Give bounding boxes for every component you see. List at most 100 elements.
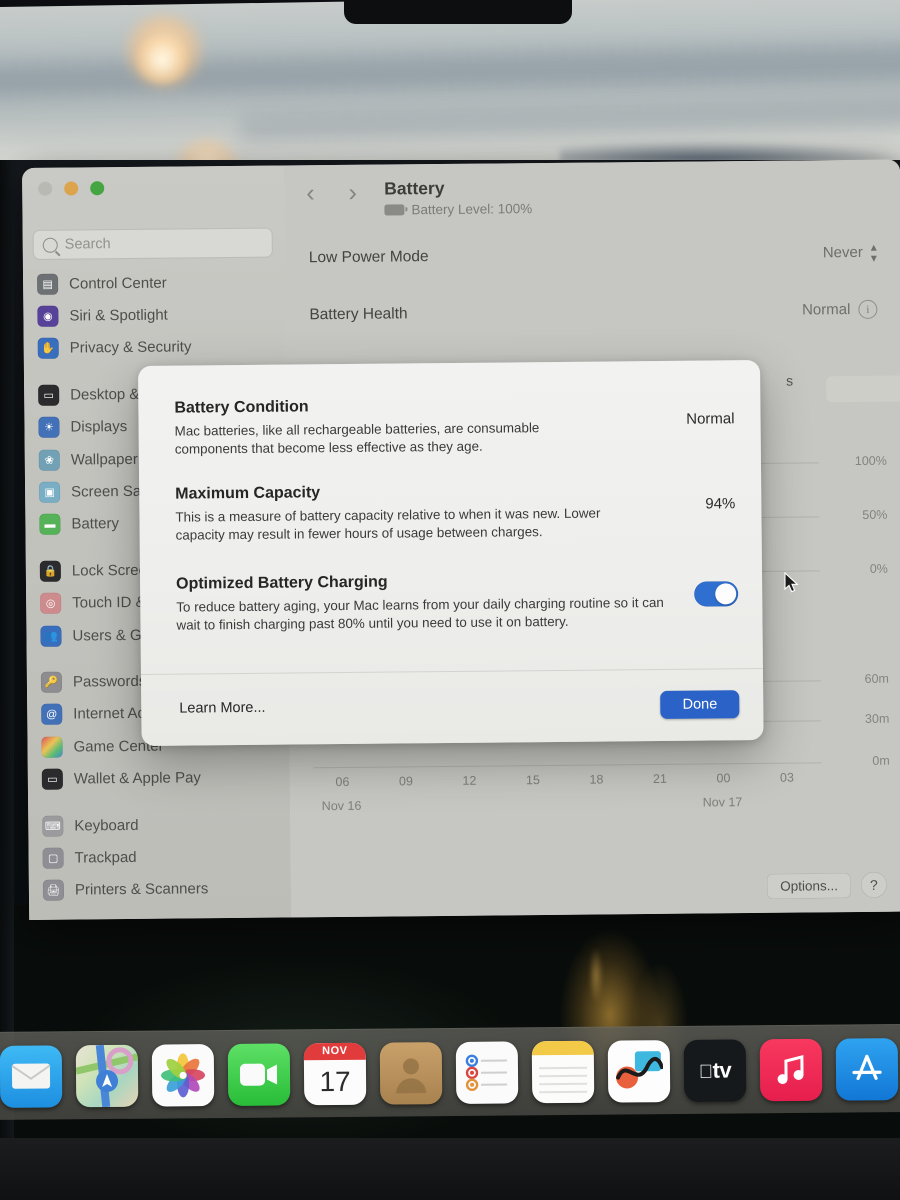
wallpaper-icon: ❀	[38, 449, 60, 471]
displays-icon: ☀	[38, 416, 60, 439]
screen-left-edge	[0, 160, 14, 1140]
dock-item-apple-tv[interactable]: tv	[683, 1038, 747, 1102]
desktop-dock-icon: ▭	[38, 384, 60, 406]
minimize-button[interactable]	[64, 181, 79, 196]
battery-health-label: Battery Health	[309, 304, 408, 323]
sidebar-item-label: Siri & Spotlight	[69, 306, 168, 325]
low-power-mode-value: Never	[822, 244, 863, 262]
touch-id-icon: ◎	[40, 592, 62, 615]
keyboard-icon: ⌨	[42, 815, 64, 837]
battery-health-dialog: Battery Condition Mac batteries, like al…	[138, 360, 764, 746]
wallet-icon: ▭	[41, 768, 63, 790]
sidebar-item-label: Keyboard	[74, 816, 139, 835]
x-tick-label: 21	[652, 771, 667, 786]
content-toolbar: ‹ › Battery Battery Level: 100%	[284, 160, 900, 238]
chevron-updown-icon[interactable]: ▴ ▾	[871, 240, 877, 265]
battery-level-text: Battery Level: 100%	[411, 201, 533, 218]
sidebar-item-siri-spotlight[interactable]: ◉ Siri & Spotlight	[23, 298, 285, 333]
control-center-icon: ▤	[37, 273, 59, 295]
sidebar-item-label: Wallet & Apple Pay	[73, 769, 201, 788]
x-day-label: Nov 16	[321, 798, 362, 814]
sidebar-item-label: Lock Scree	[71, 561, 147, 580]
window-controls	[38, 181, 105, 196]
sidebar-item-label: Trackpad	[74, 848, 137, 867]
privacy-hand-icon: ✋	[37, 338, 59, 360]
dialog-divider	[140, 668, 763, 675]
section-battery-condition: Battery Condition Mac batteries, like al…	[174, 394, 737, 458]
wallpaper-ridge	[560, 140, 900, 162]
battery-condition-body: Mac batteries, like all rechargeable bat…	[174, 420, 540, 457]
y-tick-label: 100%	[854, 453, 887, 469]
chevron-left-icon[interactable]: ‹	[306, 179, 315, 207]
section-maximum-capacity: Maximum Capacity This is a measure of ba…	[175, 480, 738, 544]
sidebar-item-label: Displays	[70, 418, 128, 436]
search-icon	[42, 237, 58, 253]
done-button[interactable]: Done	[660, 690, 740, 719]
x-axis-ticks: 06 09 12 15 18 21 00 03 Nov 16 Nov 17	[314, 770, 822, 819]
sidebar-item-control-center[interactable]: ▤ Control Center	[23, 265, 285, 300]
low-power-mode-value-group[interactable]: Never ▴ ▾	[822, 240, 877, 265]
chevron-right-icon[interactable]: ›	[348, 179, 357, 207]
printers-scanners-icon: 🖨	[42, 879, 65, 902]
dock-item-maps[interactable]	[75, 1044, 139, 1107]
dock-item-music[interactable]	[759, 1038, 823, 1101]
battery-condition-value: Normal	[686, 410, 735, 428]
row-low-power-mode[interactable]: Low Power Mode Never ▴ ▾	[308, 240, 877, 269]
dock-item-photos[interactable]	[151, 1043, 215, 1107]
sidebar-item-label: Control Center	[69, 274, 167, 293]
dock-item-facetime[interactable]	[227, 1042, 291, 1106]
sidebar-item-label: Touch ID &	[72, 594, 146, 612]
battery-health-value-group[interactable]: Normal i	[802, 299, 878, 320]
x-tick-label: 18	[589, 772, 604, 787]
dock-item-calendar[interactable]: NOV 17	[303, 1042, 367, 1105]
x-tick-label: 12	[462, 773, 477, 788]
navigation-buttons: ‹ ›	[306, 179, 357, 207]
optimized-charging-toggle[interactable]	[694, 581, 739, 607]
info-icon[interactable]: i	[858, 299, 878, 319]
siri-icon: ◉	[37, 305, 59, 327]
dock-item-contacts[interactable]	[379, 1041, 443, 1105]
dock-item-app-store[interactable]	[835, 1037, 899, 1101]
sidebar-item-printers-scanners[interactable]: 🖨 Printers & Scanners	[29, 872, 291, 907]
maximum-capacity-value: 94%	[705, 495, 736, 513]
low-power-mode-label: Low Power Mode	[308, 247, 429, 267]
close-button[interactable]	[38, 181, 53, 196]
optimized-charging-body: To reduce battery aging, your Mac learns…	[176, 594, 664, 633]
y-tick-label: 0m	[872, 753, 890, 768]
sidebar-item-privacy-security[interactable]: ✋ Privacy & Security	[24, 330, 286, 365]
help-button[interactable]: ?	[860, 871, 888, 898]
sidebar-item-label: Wallpaper	[70, 450, 138, 469]
sidebar-item-label: Privacy & Security	[69, 338, 192, 358]
dock-item-reminders[interactable]	[455, 1040, 519, 1104]
learn-more-button[interactable]: Learn More...	[177, 697, 267, 720]
sidebar-item-label: Battery	[71, 515, 120, 533]
arrow-pointer-icon	[784, 572, 799, 593]
y-tick-label: 0%	[869, 561, 888, 576]
options-button[interactable]: Options...	[767, 872, 852, 899]
maximum-capacity-body: This is a measure of battery capacity re…	[175, 505, 601, 543]
search-field[interactable]: Search	[32, 227, 273, 260]
footer-buttons: Options... ?	[767, 871, 888, 899]
sidebar-item-wallet-apple-pay[interactable]: ▭ Wallet & Apple Pay	[28, 761, 290, 796]
x-tick-label: 00	[716, 771, 731, 786]
battery-level-status: Battery Level: 100%	[384, 201, 532, 217]
sidebar-item-keyboard[interactable]: ⌨ Keyboard	[28, 807, 290, 842]
laptop-bottom-bezel	[0, 1138, 900, 1200]
search-placeholder: Search	[64, 236, 111, 253]
zoom-button[interactable]	[90, 181, 105, 196]
x-tick-label: 03	[779, 770, 794, 785]
row-battery-health[interactable]: Battery Health Normal i	[309, 299, 878, 324]
dock-item-freeform[interactable]	[607, 1039, 671, 1103]
calendar-day: 17	[319, 1065, 351, 1098]
dock-item-mail[interactable]	[0, 1044, 63, 1108]
obscured-button[interactable]	[826, 375, 900, 403]
dock-item-notes[interactable]	[531, 1040, 595, 1103]
x-tick-label: 09	[398, 774, 413, 789]
sidebar-item-trackpad[interactable]: ▢ Trackpad	[28, 840, 290, 875]
game-center-icon	[41, 736, 63, 758]
screen-saver-icon: ▣	[39, 481, 61, 503]
y-tick-label: 60m	[864, 671, 890, 686]
maximum-capacity-title: Maximum Capacity	[175, 484, 321, 503]
battery-icon: ▬	[39, 514, 61, 536]
laptop-notch	[344, 0, 572, 24]
